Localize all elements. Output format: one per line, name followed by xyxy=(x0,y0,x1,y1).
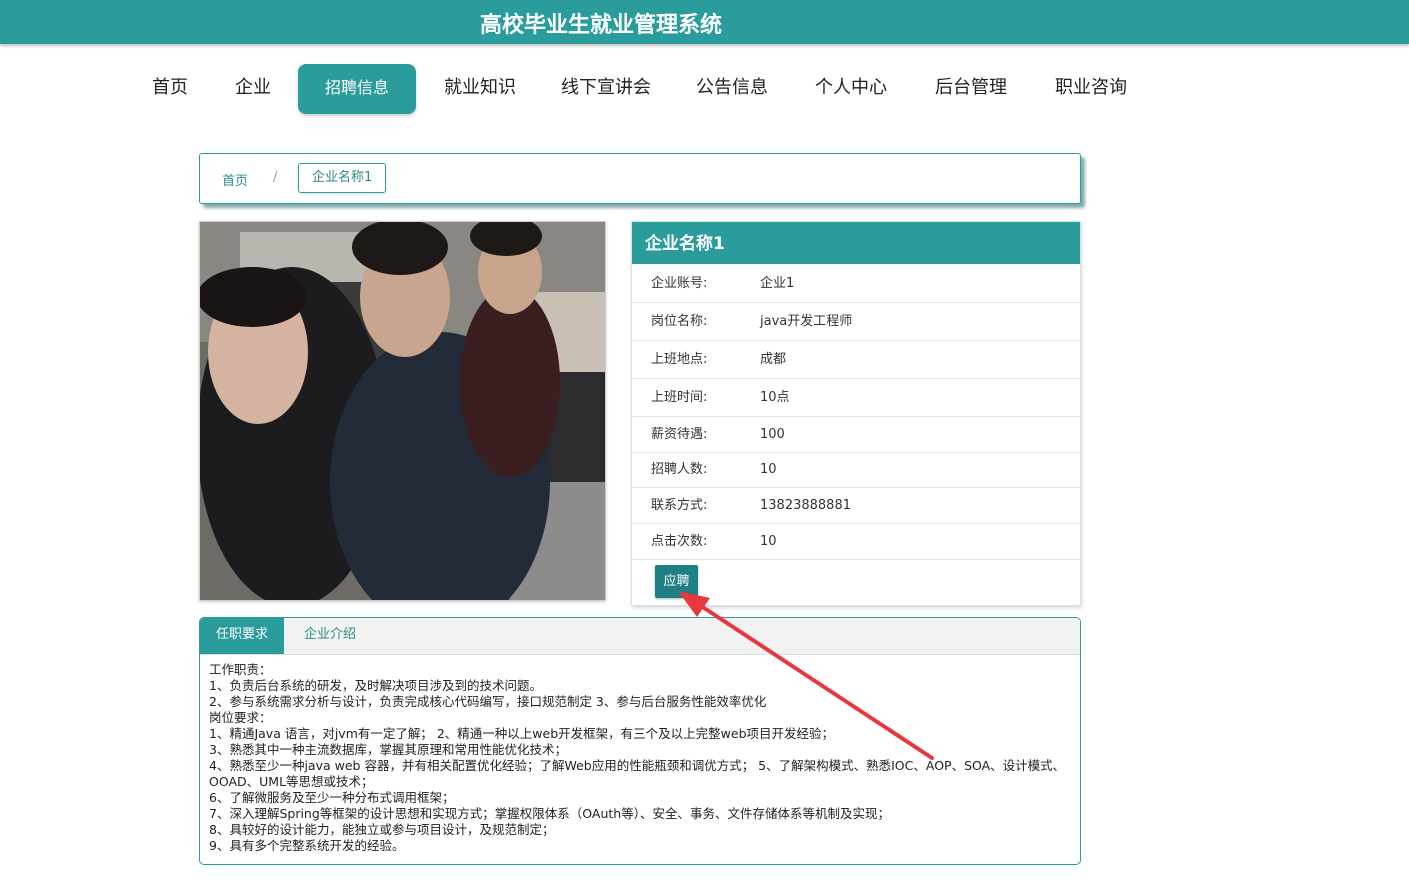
detail-value: 10点 xyxy=(760,390,790,405)
nav-admin[interactable]: 后台管理 xyxy=(927,64,1015,114)
detail-label: 岗位名称: xyxy=(651,314,708,329)
detail-value: 10 xyxy=(760,534,777,549)
content-line: 9、具有多个完整系统开发的经验。 xyxy=(209,838,405,853)
nav-home[interactable]: 首页 xyxy=(142,64,198,114)
content-line: 4、熟悉至少一种java web 容器，并有相关配置优化经验；了解Web应用的性… xyxy=(209,758,1066,773)
content-line: 2、参与系统需求分析与设计，负责完成核心代码编写，接口规范制定 3、参与后台服务… xyxy=(209,694,767,709)
nav-employment-knowledge[interactable]: 就业知识 xyxy=(436,64,524,114)
nav-recruitment[interactable]: 招聘信息 xyxy=(298,64,416,114)
content-line: 工作职责： xyxy=(209,662,272,677)
nav-personal-center[interactable]: 个人中心 xyxy=(807,64,895,114)
detail-row: 联系方式: 13823888881 xyxy=(632,488,1080,524)
detail-label: 招聘人数: xyxy=(651,462,708,477)
detail-row: 企业账号: 企业1 xyxy=(632,265,1080,303)
content-line: 岗位要求： xyxy=(209,710,272,725)
apply-button[interactable]: 应聘 xyxy=(655,565,698,598)
site-title: 高校毕业生就业管理系统 xyxy=(480,13,723,38)
detail-value: 100 xyxy=(760,427,785,442)
detail-label: 企业账号: xyxy=(651,276,708,291)
detail-value: 企业1 xyxy=(760,276,795,291)
detail-row: 点击次数: 10 xyxy=(632,524,1080,560)
nav-offline-presentation[interactable]: 线下宣讲会 xyxy=(552,64,660,114)
detail-value: 13823888881 xyxy=(760,498,851,513)
detail-value: java开发工程师 xyxy=(760,314,853,329)
tab-bar: 任职要求 企业介绍 xyxy=(200,618,1080,655)
detail-label: 上班地点: xyxy=(651,352,708,367)
detail-value: 10 xyxy=(760,462,777,477)
detail-label: 上班时间: xyxy=(651,390,708,405)
detail-row: 上班时间: 10点 xyxy=(632,379,1080,417)
detail-row: 薪资待遇: 100 xyxy=(632,417,1080,453)
content-line: 1、精通Java 语言，对jvm有一定了解； 2、精通一种以上web开发框架，有… xyxy=(209,726,835,741)
header-bar: 高校毕业生就业管理系统 xyxy=(0,0,1409,44)
content-line: 7、深入理解Spring等框架的设计思想和实现方式；掌握权限体系（OAuth等）… xyxy=(209,806,890,821)
content-line: 6、了解微服务及至少一种分布式调用框架； xyxy=(209,790,455,805)
job-detail-panel: 企业名称1 企业账号: 企业1 岗位名称: java开发工程师 上班地点: 成都… xyxy=(631,221,1081,606)
main-nav: 首页 企业 招聘信息 就业知识 线下宣讲会 公告信息 个人中心 后台管理 职业咨… xyxy=(0,64,1409,116)
detail-row: 上班地点: 成都 xyxy=(632,341,1080,379)
detail-value: 成都 xyxy=(760,352,787,367)
company-photo xyxy=(199,221,606,601)
detail-label: 联系方式: xyxy=(651,498,708,513)
breadcrumb-separator: / xyxy=(273,170,278,185)
content-line: 1、负责后台系统的研发，及时解决项目涉及到的技术问题。 xyxy=(209,678,542,693)
detail-label: 点击次数: xyxy=(651,534,708,549)
content-line: OOAD、UML等思想或技术； xyxy=(209,774,374,789)
content-line: 3、熟悉其中一种主流数据库，掌握其原理和常用性能优化技术； xyxy=(209,742,567,757)
group-photo-image xyxy=(200,222,605,600)
tab-job-requirements[interactable]: 任职要求 xyxy=(200,618,284,654)
breadcrumb: 首页 / 企业名称1 xyxy=(199,153,1081,204)
job-tabs: 任职要求 企业介绍 工作职责： 1、负责后台系统的研发，及时解决项目涉及到的技术… xyxy=(199,617,1081,865)
detail-row: 招聘人数: 10 xyxy=(632,453,1080,488)
nav-company[interactable]: 企业 xyxy=(225,64,281,114)
tab-content: 工作职责： 1、负责后台系统的研发，及时解决项目涉及到的技术问题。 2、参与系统… xyxy=(209,662,1066,854)
nav-career-consulting[interactable]: 职业咨询 xyxy=(1047,64,1135,114)
tab-company-intro[interactable]: 企业介绍 xyxy=(284,618,376,654)
job-detail-title: 企业名称1 xyxy=(632,222,1080,264)
content-line: 8、具较好的设计能力，能独立或参与项目设计，及规范制定； xyxy=(209,822,555,837)
breadcrumb-current[interactable]: 企业名称1 xyxy=(298,163,387,193)
detail-label: 薪资待遇: xyxy=(651,427,708,442)
nav-announcements[interactable]: 公告信息 xyxy=(688,64,776,114)
detail-row: 岗位名称: java开发工程师 xyxy=(632,303,1080,341)
breadcrumb-home[interactable]: 首页 xyxy=(222,170,248,189)
